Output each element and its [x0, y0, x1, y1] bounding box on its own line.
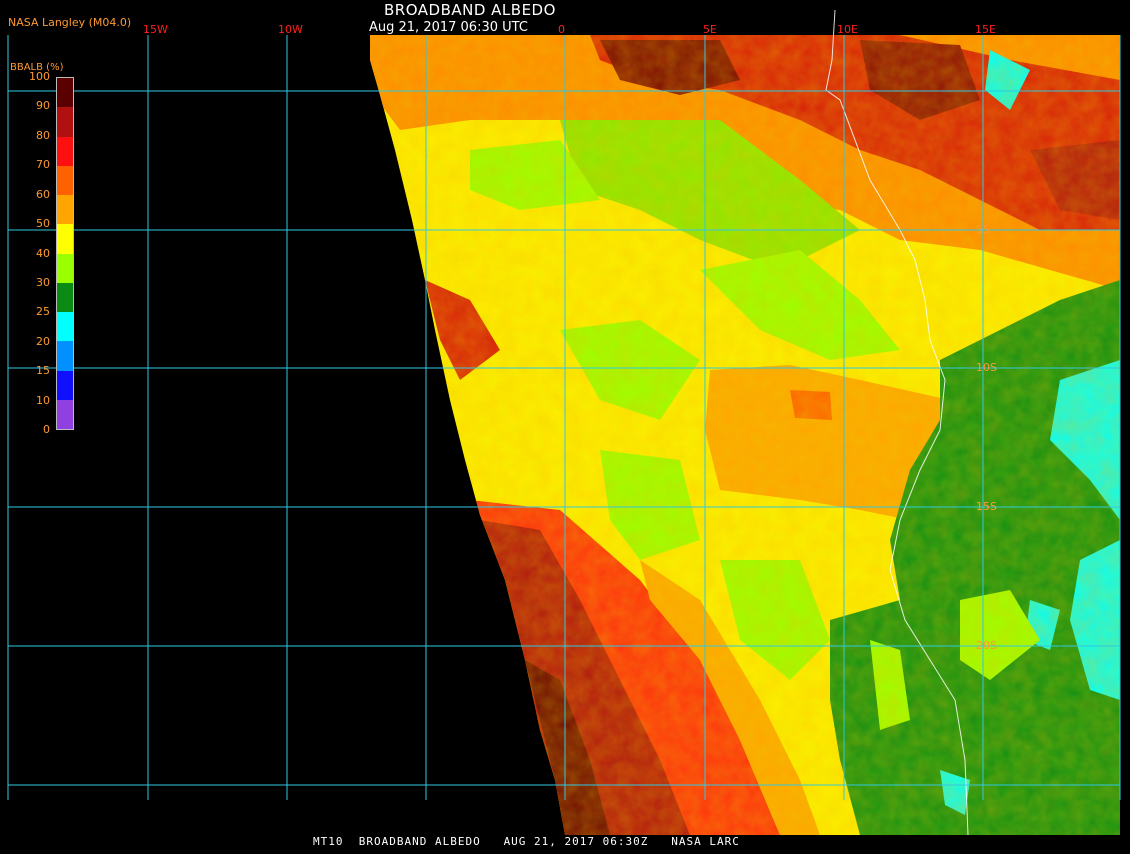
- legend-tick-label: 20: [36, 334, 50, 348]
- legend-swatch: [57, 224, 73, 254]
- legend-tick-label: 30: [36, 275, 50, 289]
- longitude-label: 10E: [837, 23, 858, 36]
- color-legend-bar: [56, 77, 74, 430]
- legend-swatch: [57, 312, 73, 342]
- legend-swatch: [57, 165, 73, 195]
- legend-tick-label: 50: [36, 217, 50, 231]
- map-title: BROADBAND ALBEDO: [384, 1, 556, 19]
- legend-swatch: [57, 341, 73, 371]
- legend-tick-label: 40: [36, 246, 50, 260]
- latitude-label: 20S: [976, 639, 997, 652]
- legend-swatch: [57, 107, 73, 137]
- credit-label: NASA Langley (M04.0): [8, 16, 132, 29]
- longitude-label: 5E: [703, 23, 717, 36]
- footer-caption: MT10 BROADBAND ALBEDO AUG 21, 2017 06:30…: [313, 835, 740, 848]
- legend-swatch: [57, 136, 73, 166]
- legend-tick-label: 10: [36, 393, 50, 407]
- longitude-label: 15E: [975, 23, 996, 36]
- latitude-label: 10S: [976, 361, 997, 374]
- legend-tick-label: 60: [36, 187, 50, 201]
- legend-tick-label: 25: [36, 305, 50, 319]
- longitude-label: 0: [558, 23, 565, 36]
- legend-swatch: [57, 253, 73, 283]
- legend-swatch: [57, 195, 73, 225]
- legend-swatch: [57, 282, 73, 312]
- longitude-label: 10W: [278, 23, 303, 36]
- latitude-label: 5S: [976, 223, 990, 236]
- map-datetime: Aug 21, 2017 06:30 UTC: [369, 20, 528, 35]
- legend-tick-label: 100: [29, 70, 50, 83]
- albedo-map-image: [7, 9, 1121, 836]
- legend-tick-label: 80: [36, 128, 50, 142]
- legend-swatch: [57, 78, 73, 108]
- legend-swatch: [57, 370, 73, 400]
- legend-tick-label: 70: [36, 158, 50, 172]
- legend-tick-label: 0: [43, 423, 50, 436]
- legend-tick-label: 90: [36, 99, 50, 113]
- legend-swatch: [57, 399, 73, 429]
- legend-tick-label: 15: [36, 364, 50, 378]
- latitude-label: 15S: [976, 500, 997, 513]
- albedo-map: [0, 0, 1130, 850]
- longitude-label: 15W: [143, 23, 168, 36]
